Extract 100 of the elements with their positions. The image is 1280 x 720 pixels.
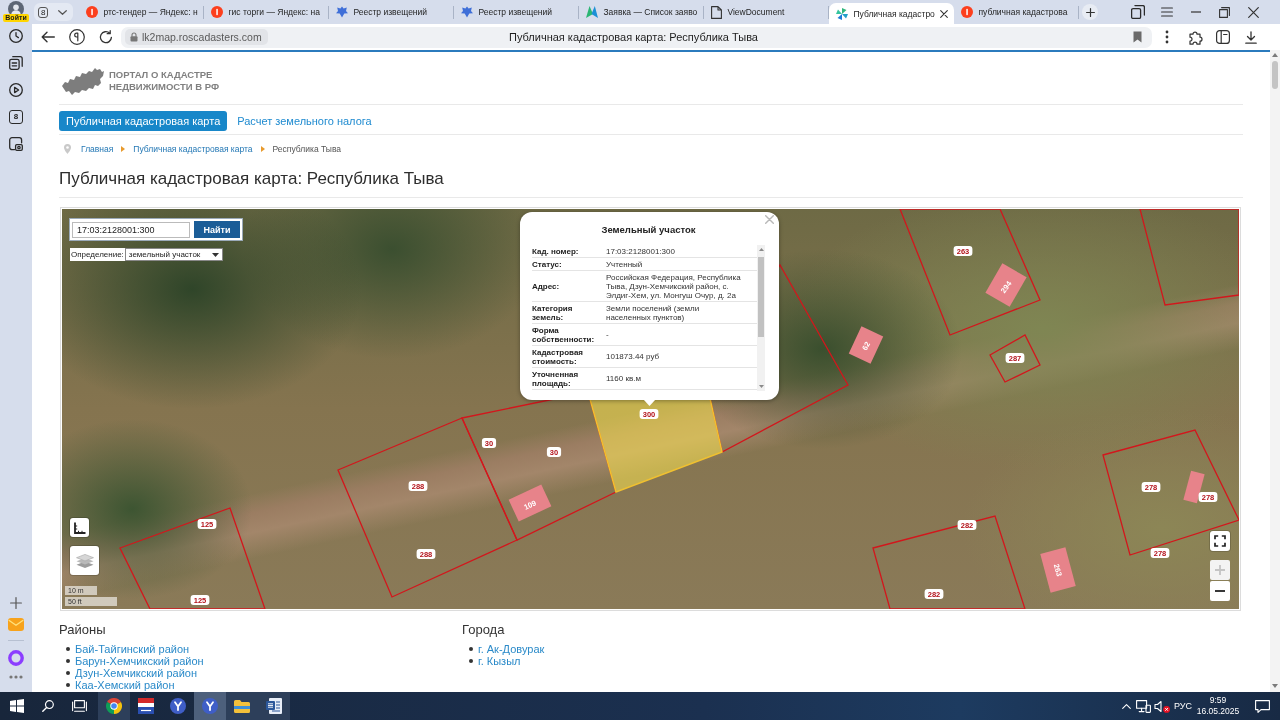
ring-icon[interactable]: [8, 650, 24, 666]
taskbar-button[interactable]: [98, 692, 130, 720]
plus-icon[interactable]: [10, 597, 22, 609]
language-indicator[interactable]: РУС: [1172, 692, 1194, 720]
field-value: -: [606, 330, 610, 339]
tabs-menu-button[interactable]: 8: [34, 3, 74, 21]
download-icon[interactable]: [1245, 30, 1257, 44]
caret-right-icon: [121, 146, 126, 152]
region-link[interactable]: Бай-Тайгинский район: [75, 643, 190, 655]
taskbar-button[interactable]: [226, 692, 258, 720]
section-heading: Города: [462, 622, 506, 637]
caret-up-icon[interactable]: [1272, 53, 1278, 57]
breadcrumb-current: Республика Тыва: [272, 144, 342, 154]
breadcrumb-link[interactable]: Главная: [81, 144, 114, 154]
circle-logo-icon: [961, 6, 974, 18]
search-icon: [42, 700, 54, 712]
back-icon[interactable]: [41, 31, 55, 43]
type-dropdown[interactable]: земельный участок: [124, 248, 224, 261]
bullet-icon: [66, 671, 70, 675]
caret-down-icon: [58, 9, 68, 15]
map-silhouette-icon: [62, 67, 104, 95]
close-icon[interactable]: [940, 9, 949, 18]
breadcrumb-link[interactable]: Публичная кадастровая карта: [133, 144, 253, 154]
screenshot-icon[interactable]: [9, 137, 23, 151]
field-label: Уточненная площадь:: [532, 369, 580, 388]
field-label: Форма собственности:: [532, 325, 596, 344]
domain-button[interactable]: lk2map.roscadasters.com: [125, 29, 268, 45]
chevron-up-icon[interactable]: [1121, 703, 1131, 709]
circle-logo-icon[interactable]: [69, 29, 85, 45]
caret-down-icon[interactable]: [758, 385, 764, 388]
emblem-icon: [336, 6, 349, 18]
measure-button[interactable]: [70, 518, 89, 537]
field-value: Учтенный: [606, 259, 644, 269]
section-heading: Районы: [59, 622, 107, 637]
network-icon[interactable]: [1135, 699, 1151, 713]
close-icon[interactable]: [1248, 6, 1259, 18]
field-label: Категория земель:: [532, 303, 574, 322]
scrollbar-thumb[interactable]: [1272, 61, 1278, 89]
lock-icon: [130, 32, 138, 42]
y-circle-icon: [170, 698, 186, 714]
nav-tab[interactable]: Публичная кадастровая карта: [59, 111, 228, 131]
reload-icon[interactable]: [99, 30, 113, 44]
clock-button[interactable]: 9:59 16.05.2025: [1194, 692, 1242, 720]
taskbar-button[interactable]: [258, 692, 290, 720]
bullet-icon: [66, 659, 70, 663]
caret-down-icon[interactable]: [1272, 684, 1278, 688]
search-button[interactable]: Найти: [194, 221, 240, 238]
task-view-icon: [71, 700, 87, 712]
region-link[interactable]: г. Кызыл: [478, 655, 521, 667]
layers-icon: [75, 553, 94, 568]
field-label: Кадастровая стоимость:: [532, 347, 585, 366]
page-title: Публичная кадастровая карта: Республика Тыва: [509, 31, 758, 43]
new-tab-button[interactable]: [1082, 4, 1099, 20]
page-heading: Публичная кадастровая карта: Республика Тыва: [59, 168, 445, 190]
fullscreen-icon: [1214, 535, 1226, 547]
field-value: 17:03:2128001:300: [606, 246, 676, 256]
menu-icon[interactable]: [1160, 7, 1173, 17]
address-bar[interactable]: lk2map.roscadasters.com Публичная кадастровая карта: Республика Тыва: [121, 26, 1152, 48]
play-icon[interactable]: [9, 83, 23, 97]
browser-tab[interactable]: Публичная кадастро: [829, 3, 955, 24]
bullet-icon: [469, 659, 473, 663]
region-link[interactable]: Барун-Хемчикский район: [75, 655, 204, 667]
bullet-icon: [66, 647, 70, 651]
folder-icon: [234, 699, 250, 713]
caret-down-icon: [212, 252, 220, 257]
notification-icon[interactable]: [1254, 699, 1270, 713]
popup-scrollbar[interactable]: [757, 245, 765, 391]
region-link[interactable]: Дзун-Хемчикский район: [75, 667, 198, 679]
page-scrollbar[interactable]: [1270, 50, 1280, 692]
pinwheel-icon: [836, 7, 849, 20]
sidebar-panel-icon[interactable]: [1216, 30, 1230, 44]
region-link[interactable]: г. Ак-Довурак: [478, 643, 545, 655]
history-icon[interactable]: [9, 29, 23, 43]
field-value: Российская Федерация, Республика Тыва, Дзун-Хемчикский район, с. Элдиг-Хем, ул. Монгуш Очур, д. 2а: [606, 272, 742, 300]
flag-tile-icon: [138, 698, 154, 714]
minus-icon: [1215, 590, 1225, 592]
bullet-icon: [469, 647, 473, 651]
logo-text: НЕДВИЖИМОСТИ В РФ: [109, 81, 220, 93]
document-icon: [711, 5, 723, 19]
zoom-out-button[interactable]: [1210, 581, 1230, 601]
caret-up-icon[interactable]: [758, 248, 764, 251]
speaker-muted-icon[interactable]: [1154, 699, 1170, 713]
collections-icon[interactable]: [9, 56, 23, 70]
restore-icon[interactable]: [1219, 6, 1230, 18]
search-field[interactable]: 17:03:2128001:300: [72, 221, 190, 238]
more-icon[interactable]: [1165, 30, 1169, 44]
nav-tab[interactable]: Расчет земельного налога: [237, 111, 372, 131]
region-link[interactable]: Каа-Хемский район: [75, 679, 175, 691]
counter-badge[interactable]: 8: [9, 110, 23, 124]
bookmark-icon[interactable]: [1133, 31, 1142, 43]
identify-label: Определение:: [70, 248, 125, 261]
fullscreen-button[interactable]: [1210, 531, 1230, 551]
tabs-icon[interactable]: [1130, 5, 1145, 19]
puzzle-icon[interactable]: [1187, 29, 1203, 45]
emblem-icon: [461, 6, 474, 18]
layers-button[interactable]: [70, 546, 99, 575]
minimize-icon[interactable]: [1190, 11, 1201, 13]
scrollbar-thumb[interactable]: [758, 257, 764, 337]
start-icon: [10, 699, 24, 713]
plus-icon: [1215, 565, 1225, 575]
